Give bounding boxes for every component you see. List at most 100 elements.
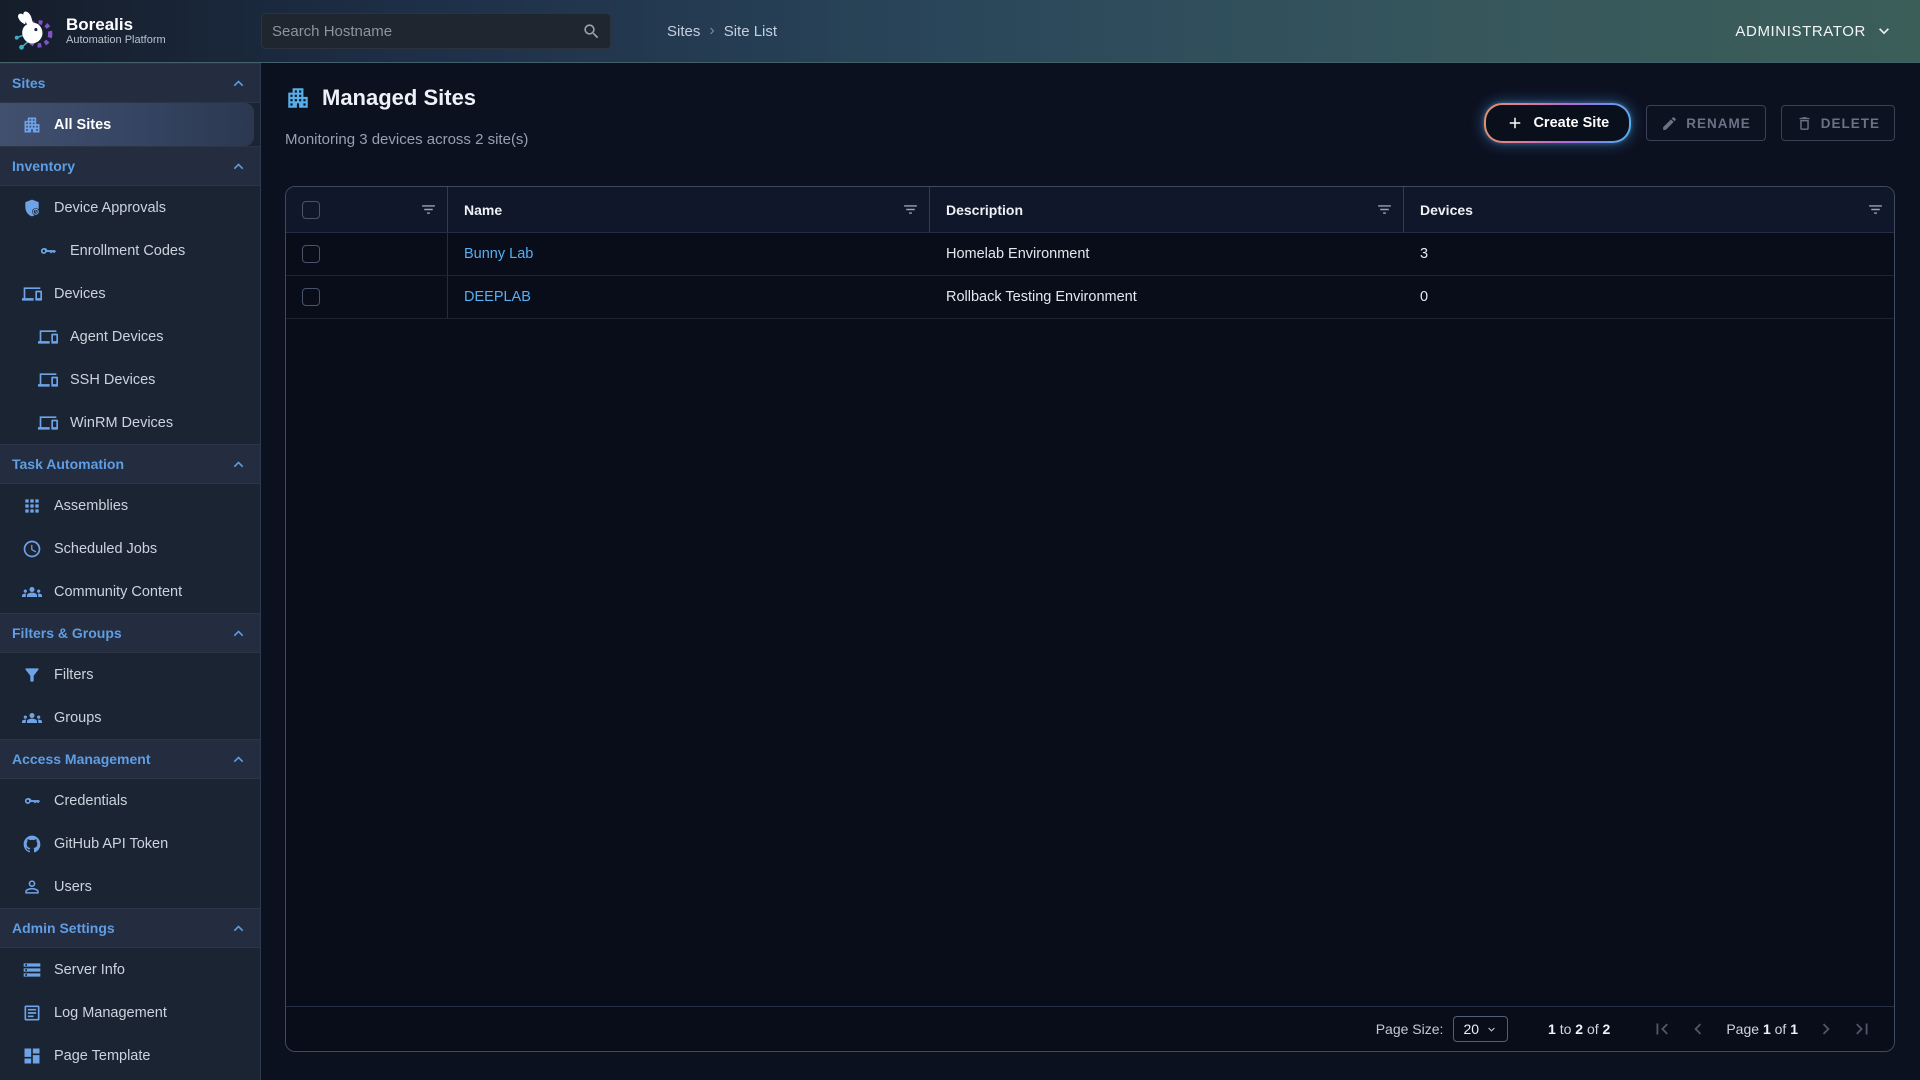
site-link[interactable]: DEEPLAB [464, 289, 531, 305]
sidebar-item-log-management[interactable]: Log Management [0, 991, 260, 1034]
section-label: Sites [12, 75, 45, 91]
column-label: Description [946, 202, 1023, 218]
page-size-label: Page Size: [1376, 1021, 1444, 1037]
row-cell-description: Rollback Testing Environment [930, 276, 1404, 318]
page-size-value: 20 [1463, 1021, 1479, 1037]
sidebar-section-inventory[interactable]: Inventory [0, 146, 260, 186]
previous-page-button[interactable] [1687, 1018, 1709, 1040]
sidebar-section-filters-groups[interactable]: Filters & Groups [0, 613, 260, 653]
rename-button[interactable]: RENAME [1646, 105, 1766, 141]
building-icon [22, 115, 42, 135]
table-row[interactable]: Bunny Lab Homelab Environment 3 [286, 233, 1894, 276]
sidebar-item-label: Page Template [54, 1048, 150, 1064]
range-to-word: to [1560, 1021, 1572, 1037]
section-label: Inventory [12, 158, 75, 174]
shield-check-icon [22, 198, 42, 218]
sidebar-section-admin-settings[interactable]: Admin Settings [0, 908, 260, 948]
site-link[interactable]: Bunny Lab [464, 246, 533, 262]
filter-icon[interactable] [1376, 201, 1393, 218]
row-range-text: 1 to 2 of 2 [1548, 1021, 1610, 1037]
sidebar-item-all-sites[interactable]: All Sites [0, 103, 254, 146]
sidebar-item-label: SSH Devices [70, 372, 155, 388]
top-bar: Borealis Automation Platform Sites › Sit… [0, 0, 1920, 63]
section-label: Filters & Groups [12, 625, 122, 641]
page-info-text: Page 1 of 1 [1726, 1021, 1798, 1037]
user-menu-label: ADMINISTRATOR [1735, 23, 1866, 40]
trash-icon [1796, 115, 1813, 132]
sidebar-item-ssh-devices[interactable]: SSH Devices [0, 358, 260, 401]
first-page-button[interactable] [1651, 1018, 1673, 1040]
row-checkbox[interactable] [302, 245, 320, 263]
sidebar-item-label: Device Approvals [54, 200, 166, 216]
sidebar-item-users[interactable]: Users [0, 865, 260, 908]
header-cell-devices[interactable]: Devices [1404, 187, 1894, 232]
create-site-label: Create Site [1533, 115, 1609, 131]
sidebar-item-community-content[interactable]: Community Content [0, 570, 260, 613]
page-current: 1 [1763, 1021, 1771, 1037]
page-size-select[interactable]: 20 [1453, 1016, 1508, 1042]
section-label: Task Automation [12, 456, 124, 472]
server-icon [22, 960, 42, 980]
sidebar-section-sites[interactable]: Sites [0, 63, 260, 103]
sidebar-item-scheduled-jobs[interactable]: Scheduled Jobs [0, 527, 260, 570]
row-cell-description: Homelab Environment [930, 233, 1404, 275]
chevron-up-icon [229, 74, 248, 93]
sidebar-item-enrollment-codes[interactable]: Enrollment Codes [0, 229, 260, 272]
create-site-button[interactable]: Create Site [1484, 103, 1631, 143]
header-cell-name[interactable]: Name [448, 187, 930, 232]
filter-icon[interactable] [1867, 201, 1884, 218]
sidebar-item-device-approvals[interactable]: Device Approvals [0, 186, 260, 229]
breadcrumb-parent[interactable]: Sites [667, 23, 700, 40]
sidebar-item-winrm-devices[interactable]: WinRM Devices [0, 401, 260, 444]
borealis-app: Borealis Automation Platform Sites › Sit… [0, 0, 1920, 1080]
person-icon [22, 877, 42, 897]
sidebar-item-filters[interactable]: Filters [0, 653, 260, 696]
sidebar-item-label: Enrollment Codes [70, 243, 185, 259]
breadcrumb-separator: › [709, 22, 714, 40]
filter-icon[interactable] [420, 201, 437, 218]
range-total: 2 [1603, 1021, 1611, 1037]
dashboard-icon [22, 1046, 42, 1066]
devices-icon [38, 413, 58, 433]
section-label: Access Management [12, 751, 151, 767]
sidebar-item-agent-devices[interactable]: Agent Devices [0, 315, 260, 358]
devices-icon [38, 370, 58, 390]
sidebar-item-devices[interactable]: Devices [0, 272, 260, 315]
page-word: Page [1726, 1021, 1759, 1037]
sidebar-section-access-management[interactable]: Access Management [0, 739, 260, 779]
delete-button[interactable]: DELETE [1781, 105, 1895, 141]
search-icon [582, 22, 601, 41]
rename-label: RENAME [1686, 116, 1751, 131]
sidebar-item-label: Agent Devices [70, 329, 164, 345]
chevron-up-icon [229, 455, 248, 474]
row-cell-select [286, 233, 448, 275]
chevron-down-icon [1874, 21, 1894, 41]
column-label: Name [464, 202, 502, 218]
main-content: Managed Sites Monitoring 3 devices acros… [261, 63, 1920, 1080]
sidebar-item-page-template[interactable]: Page Template [0, 1034, 260, 1077]
brand-logo[interactable]: Borealis Automation Platform [0, 8, 261, 54]
groups-icon [22, 582, 42, 602]
row-checkbox[interactable] [302, 288, 320, 306]
header-cell-description[interactable]: Description [930, 187, 1404, 232]
filter-icon[interactable] [902, 201, 919, 218]
user-menu[interactable]: ADMINISTRATOR [1735, 21, 1920, 41]
sidebar-item-server-info[interactable]: Server Info [0, 948, 260, 991]
select-all-checkbox[interactable] [302, 201, 320, 219]
devices-icon [22, 284, 42, 304]
sidebar-section-task-automation[interactable]: Task Automation [0, 444, 260, 484]
last-page-button[interactable] [1851, 1018, 1873, 1040]
sidebar-item-github-api-token[interactable]: GitHub API Token [0, 822, 260, 865]
sidebar-item-groups[interactable]: Groups [0, 696, 260, 739]
sidebar: Sites All Sites Inventory Device Approva… [0, 63, 261, 1080]
grid-icon [22, 496, 42, 516]
sidebar-item-credentials[interactable]: Credentials [0, 779, 260, 822]
sidebar-item-label: Log Management [54, 1005, 167, 1021]
breadcrumb: Sites › Site List [667, 22, 777, 40]
delete-label: DELETE [1821, 116, 1880, 131]
table-row[interactable]: DEEPLAB Rollback Testing Environment 0 [286, 276, 1894, 319]
row-cell-name: DEEPLAB [448, 276, 930, 318]
search-input[interactable] [262, 23, 582, 40]
next-page-button[interactable] [1815, 1018, 1837, 1040]
sidebar-item-assemblies[interactable]: Assemblies [0, 484, 260, 527]
